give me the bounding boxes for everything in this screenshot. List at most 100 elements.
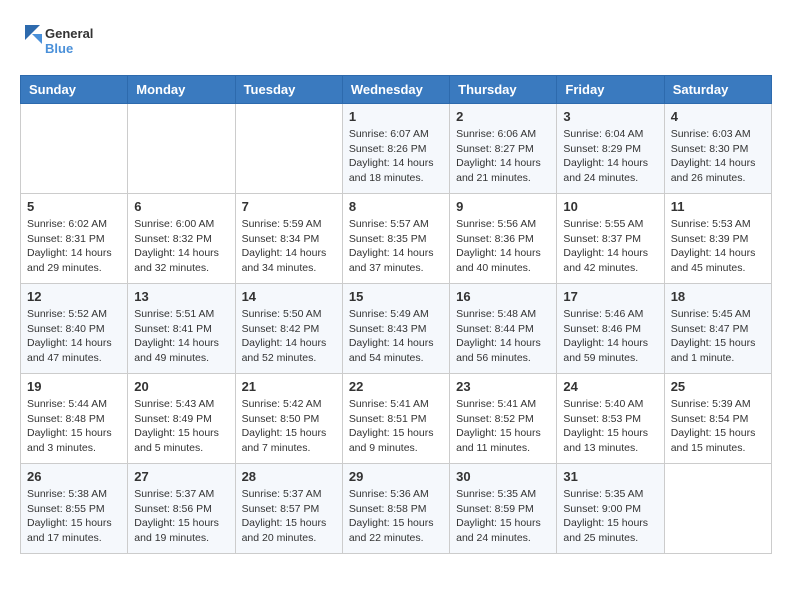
day-info: Sunrise: 5:53 AM Sunset: 8:39 PM Dayligh…: [671, 217, 765, 276]
calendar-cell: 6 Sunrise: 6:00 AM Sunset: 8:32 PM Daylig…: [128, 194, 235, 284]
day-info: Sunrise: 5:40 AM Sunset: 8:53 PM Dayligh…: [563, 397, 657, 456]
day-number: 26: [27, 469, 121, 484]
calendar-cell: 26 Sunrise: 5:38 AM Sunset: 8:55 PM Dayli…: [21, 464, 128, 554]
day-info: Sunrise: 5:49 AM Sunset: 8:43 PM Dayligh…: [349, 307, 443, 366]
day-info: Sunrise: 5:52 AM Sunset: 8:40 PM Dayligh…: [27, 307, 121, 366]
day-info: Sunrise: 6:04 AM Sunset: 8:29 PM Dayligh…: [563, 127, 657, 186]
calendar-week-row: 5 Sunrise: 6:02 AM Sunset: 8:31 PM Daylig…: [21, 194, 772, 284]
calendar-cell: 14 Sunrise: 5:50 AM Sunset: 8:42 PM Dayli…: [235, 284, 342, 374]
calendar-cell: 30 Sunrise: 5:35 AM Sunset: 8:59 PM Dayli…: [450, 464, 557, 554]
day-info: Sunrise: 5:56 AM Sunset: 8:36 PM Dayligh…: [456, 217, 550, 276]
calendar-cell: 3 Sunrise: 6:04 AM Sunset: 8:29 PM Daylig…: [557, 104, 664, 194]
calendar-cell: 27 Sunrise: 5:37 AM Sunset: 8:56 PM Dayli…: [128, 464, 235, 554]
weekday-header-friday: Friday: [557, 76, 664, 104]
calendar-table: SundayMondayTuesdayWednesdayThursdayFrid…: [20, 75, 772, 554]
calendar-cell: 29 Sunrise: 5:36 AM Sunset: 8:58 PM Dayli…: [342, 464, 449, 554]
day-info: Sunrise: 5:48 AM Sunset: 8:44 PM Dayligh…: [456, 307, 550, 366]
day-number: 9: [456, 199, 550, 214]
day-info: Sunrise: 5:44 AM Sunset: 8:48 PM Dayligh…: [27, 397, 121, 456]
calendar-header-row: SundayMondayTuesdayWednesdayThursdayFrid…: [21, 76, 772, 104]
calendar-cell: [235, 104, 342, 194]
day-info: Sunrise: 6:07 AM Sunset: 8:26 PM Dayligh…: [349, 127, 443, 186]
calendar-week-row: 19 Sunrise: 5:44 AM Sunset: 8:48 PM Dayli…: [21, 374, 772, 464]
calendar-cell: [128, 104, 235, 194]
day-number: 25: [671, 379, 765, 394]
weekday-header-wednesday: Wednesday: [342, 76, 449, 104]
calendar-cell: 13Sunrise: 5:51 AM Sunset: 8:41 PM Dayli…: [128, 284, 235, 374]
day-number: 24: [563, 379, 657, 394]
day-info: Sunrise: 5:36 AM Sunset: 8:58 PM Dayligh…: [349, 487, 443, 546]
calendar-cell: 23Sunrise: 5:41 AM Sunset: 8:52 PM Dayli…: [450, 374, 557, 464]
day-number: 18: [671, 289, 765, 304]
calendar-cell: 10 Sunrise: 5:55 AM Sunset: 8:37 PM Dayli…: [557, 194, 664, 284]
general-blue-logo: General Blue: [20, 20, 110, 60]
day-info: Sunrise: 6:06 AM Sunset: 8:27 PM Dayligh…: [456, 127, 550, 186]
day-info: Sunrise: 5:35 AM Sunset: 9:00 PM Dayligh…: [563, 487, 657, 546]
calendar-cell: 28 Sunrise: 5:37 AM Sunset: 8:57 PM Dayli…: [235, 464, 342, 554]
logo: General Blue: [20, 20, 110, 60]
day-number: 29: [349, 469, 443, 484]
day-number: 13: [134, 289, 228, 304]
day-info: Sunrise: 5:43 AM Sunset: 8:49 PM Dayligh…: [134, 397, 228, 456]
calendar-cell: 5 Sunrise: 6:02 AM Sunset: 8:31 PM Daylig…: [21, 194, 128, 284]
day-number: 4: [671, 109, 765, 124]
day-info: Sunrise: 5:57 AM Sunset: 8:35 PM Dayligh…: [349, 217, 443, 276]
day-number: 3: [563, 109, 657, 124]
day-info: Sunrise: 5:38 AM Sunset: 8:55 PM Dayligh…: [27, 487, 121, 546]
day-number: 16: [456, 289, 550, 304]
calendar-cell: 16 Sunrise: 5:48 AM Sunset: 8:44 PM Dayli…: [450, 284, 557, 374]
calendar-cell: 31 Sunrise: 5:35 AM Sunset: 9:00 PM Dayli…: [557, 464, 664, 554]
day-number: 20: [134, 379, 228, 394]
weekday-header-sunday: Sunday: [21, 76, 128, 104]
page-header: General Blue: [20, 20, 772, 60]
day-number: 19: [27, 379, 121, 394]
calendar-cell: 18 Sunrise: 5:45 AM Sunset: 8:47 PM Dayli…: [664, 284, 771, 374]
calendar-cell: 9 Sunrise: 5:56 AM Sunset: 8:36 PM Daylig…: [450, 194, 557, 284]
day-number: 11: [671, 199, 765, 214]
calendar-body: 1Sunrise: 6:07 AM Sunset: 8:26 PM Daylig…: [21, 104, 772, 554]
calendar-cell: 12 Sunrise: 5:52 AM Sunset: 8:40 PM Dayli…: [21, 284, 128, 374]
calendar-cell: 21Sunrise: 5:42 AM Sunset: 8:50 PM Dayli…: [235, 374, 342, 464]
day-info: Sunrise: 5:50 AM Sunset: 8:42 PM Dayligh…: [242, 307, 336, 366]
calendar-cell: 22Sunrise: 5:41 AM Sunset: 8:51 PM Dayli…: [342, 374, 449, 464]
day-number: 15: [349, 289, 443, 304]
day-number: 27: [134, 469, 228, 484]
calendar-cell: 20 Sunrise: 5:43 AM Sunset: 8:49 PM Dayli…: [128, 374, 235, 464]
calendar-cell: 15 Sunrise: 5:49 AM Sunset: 8:43 PM Dayli…: [342, 284, 449, 374]
calendar-cell: 25 Sunrise: 5:39 AM Sunset: 8:54 PM Dayli…: [664, 374, 771, 464]
calendar-week-row: 12 Sunrise: 5:52 AM Sunset: 8:40 PM Dayli…: [21, 284, 772, 374]
day-info: Sunrise: 5:37 AM Sunset: 8:56 PM Dayligh…: [134, 487, 228, 546]
day-number: 31: [563, 469, 657, 484]
calendar-cell: 19 Sunrise: 5:44 AM Sunset: 8:48 PM Dayli…: [21, 374, 128, 464]
day-info: Sunrise: 5:41 AM Sunset: 8:52 PM Dayligh…: [456, 397, 550, 456]
day-number: 30: [456, 469, 550, 484]
day-info: Sunrise: 5:37 AM Sunset: 8:57 PM Dayligh…: [242, 487, 336, 546]
day-info: Sunrise: 6:02 AM Sunset: 8:31 PM Dayligh…: [27, 217, 121, 276]
weekday-header-monday: Monday: [128, 76, 235, 104]
day-number: 10: [563, 199, 657, 214]
day-info: Sunrise: 5:55 AM Sunset: 8:37 PM Dayligh…: [563, 217, 657, 276]
day-number: 14: [242, 289, 336, 304]
calendar-week-row: 26 Sunrise: 5:38 AM Sunset: 8:55 PM Dayli…: [21, 464, 772, 554]
day-info: Sunrise: 5:41 AM Sunset: 8:51 PM Dayligh…: [349, 397, 443, 456]
day-info: Sunrise: 5:45 AM Sunset: 8:47 PM Dayligh…: [671, 307, 765, 366]
day-info: Sunrise: 6:00 AM Sunset: 8:32 PM Dayligh…: [134, 217, 228, 276]
day-number: 5: [27, 199, 121, 214]
day-number: 2: [456, 109, 550, 124]
day-info: Sunrise: 5:39 AM Sunset: 8:54 PM Dayligh…: [671, 397, 765, 456]
calendar-cell: [21, 104, 128, 194]
day-info: Sunrise: 5:35 AM Sunset: 8:59 PM Dayligh…: [456, 487, 550, 546]
day-info: Sunrise: 5:42 AM Sunset: 8:50 PM Dayligh…: [242, 397, 336, 456]
svg-text:General: General: [45, 26, 93, 41]
calendar-cell: [664, 464, 771, 554]
day-number: 12: [27, 289, 121, 304]
calendar-cell: 7Sunrise: 5:59 AM Sunset: 8:34 PM Daylig…: [235, 194, 342, 284]
day-number: 17: [563, 289, 657, 304]
day-number: 7: [242, 199, 336, 214]
calendar-cell: 8Sunrise: 5:57 AM Sunset: 8:35 PM Daylig…: [342, 194, 449, 284]
calendar-week-row: 1Sunrise: 6:07 AM Sunset: 8:26 PM Daylig…: [21, 104, 772, 194]
day-number: 28: [242, 469, 336, 484]
calendar-cell: 2 Sunrise: 6:06 AM Sunset: 8:27 PM Daylig…: [450, 104, 557, 194]
weekday-header-tuesday: Tuesday: [235, 76, 342, 104]
day-number: 6: [134, 199, 228, 214]
